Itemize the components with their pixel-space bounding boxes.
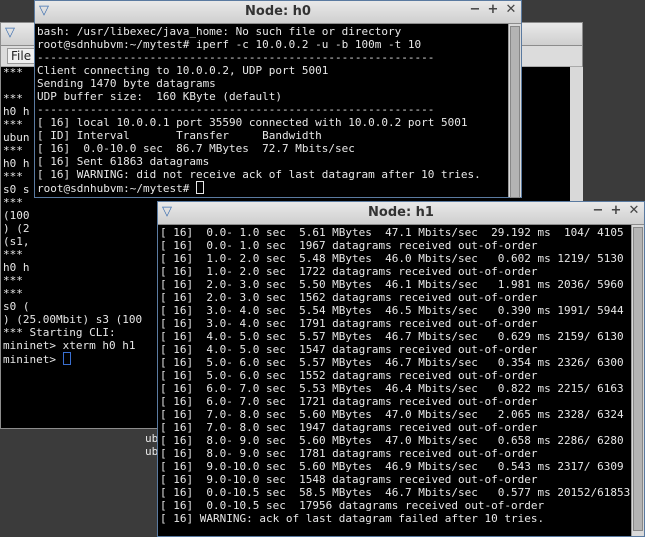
close-icon[interactable]: ✕ (628, 203, 640, 218)
terminal-line: [ 16] 7.0- 8.0 sec 1947 datagrams receiv… (160, 421, 538, 434)
terminal-line: bash: /usr/libexec/java_home: No such fi… (37, 25, 402, 38)
terminal-line: Sending 1470 byte datagrams (37, 77, 216, 90)
terminal-line: [ 16] 4.0- 5.0 sec 5.57 MBytes 46.7 Mbit… (160, 330, 630, 343)
terminal-line: *** (3, 287, 23, 300)
terminal-line: [ 16] 0.0- 1.0 sec 1967 datagrams receiv… (160, 239, 538, 252)
terminal-line: [ 16] 2.0- 3.0 sec 1562 datagrams receiv… (160, 291, 538, 304)
terminal-line: [ 16] WARNING: ack of last datagram fail… (160, 512, 545, 525)
window-title: Node: h1 (368, 205, 434, 220)
node-h0-window[interactable]: ▽ Node: h0 − + ✕ bash: /usr/libexec/java… (34, 0, 522, 198)
window-menu-icon[interactable]: ▽ (5, 25, 15, 40)
terminal-line: mininet> (3, 352, 163, 365)
terminal-line: [ 16] 5.0- 6.0 sec 1552 datagrams receiv… (160, 369, 538, 382)
h1-titlebar[interactable]: ▽ Node: h1 − + ✕ (158, 202, 644, 225)
terminal-line: [ 16] 6.0- 7.0 sec 5.53 MBytes 46.4 Mbit… (160, 382, 630, 395)
terminal-line: [ 16] WARNING: did not receive ack of la… (37, 168, 481, 181)
window-title: Node: h0 (245, 4, 311, 19)
file-menu[interactable]: File (7, 48, 36, 64)
terminal-line: [ 16] 7.0- 8.0 sec 5.60 MBytes 47.0 Mbit… (160, 408, 630, 421)
terminal-line: [ 16] 0.0- 1.0 sec 5.61 MBytes 47.1 Mbit… (160, 226, 630, 239)
minimize-icon[interactable]: − (592, 203, 604, 218)
terminal-line: (100 (3, 209, 30, 222)
terminal-line: [ ID] Interval Transfer Bandwidth (37, 129, 322, 142)
terminal-line: *** (3, 248, 23, 261)
terminal-line: ----------------------------------------… (37, 103, 435, 116)
close-icon[interactable]: ✕ (505, 2, 517, 17)
terminal-line: [ 16] 3.0- 4.0 sec 5.54 MBytes 46.5 Mbit… (160, 304, 630, 317)
terminal-line: [ 16] 2.0- 3.0 sec 5.50 MBytes 46.1 Mbit… (160, 278, 630, 291)
terminal-line: ) (25.00Mbit) s3 (100 (3, 313, 143, 326)
terminal-line: [ 16] 8.0- 9.0 sec 5.60 MBytes 47.0 Mbit… (160, 434, 630, 447)
terminal-line: Client connecting to 10.0.0.2, UDP port … (37, 64, 329, 77)
terminal-line: UDP buffer size: 160 KByte (default) (37, 90, 283, 103)
scrollbar-thumb[interactable] (510, 26, 520, 198)
node-h1-window[interactable]: ▽ Node: h1 − + ✕ [ 16] 0.0- 1.0 sec 5.61… (157, 201, 645, 537)
maximize-icon[interactable]: + (487, 2, 499, 17)
terminal-line: [ 16] 8.0- 9.0 sec 1781 datagrams receiv… (160, 447, 538, 460)
terminal-line: [ 16] 3.0- 4.0 sec 1791 datagrams receiv… (160, 317, 538, 330)
scrollbar-thumb[interactable] (633, 227, 643, 531)
h1-terminal-output[interactable]: [ 16] 0.0- 1.0 sec 5.61 MBytes 47.1 Mbit… (160, 226, 630, 536)
minimize-icon[interactable]: − (469, 2, 481, 17)
terminal-line: *** (3, 274, 23, 287)
terminal-line: [ 16] 0.0-10.5 sec 17956 datagrams recei… (160, 499, 545, 512)
terminal-line: [ 16] 1.0- 2.0 sec 1722 datagrams receiv… (160, 265, 538, 278)
terminal-line: s0 ( (3, 300, 30, 313)
terminal-line: [ 16] local 10.0.0.1 port 35590 connecte… (37, 116, 468, 129)
terminal-line: [ 16] 1.0- 2.0 sec 5.48 MBytes 46.0 Mbit… (160, 252, 630, 265)
terminal-line: *** Starting CLI: (3, 326, 116, 339)
terminal-line: [ 16] 9.0-10.0 sec 5.60 MBytes 46.9 Mbit… (160, 460, 630, 473)
terminal-line: [ 16] 0.0-10.5 sec 58.5 MBytes 46.7 Mbit… (160, 486, 630, 499)
terminal-line: h0 h (3, 261, 30, 274)
text-cursor (195, 181, 204, 194)
h0-titlebar[interactable]: ▽ Node: h0 − + ✕ (35, 1, 521, 24)
terminal-line: [ 16] 6.0- 7.0 sec 1721 datagrams receiv… (160, 395, 538, 408)
terminal-line: mininet> xterm h0 h1 (3, 339, 136, 352)
terminal-line: [ 16] 4.0- 5.0 sec 1547 datagrams receiv… (160, 343, 538, 356)
terminal-line: ) (2 (3, 222, 30, 235)
maximize-icon[interactable]: + (610, 203, 622, 218)
h0-scrollbar[interactable] (508, 24, 521, 198)
terminal-line: (s1, (3, 235, 30, 248)
h1-scrollbar[interactable] (631, 225, 644, 536)
terminal-line: root@sdnhubvm:~/mytest# (37, 181, 507, 195)
h0-terminal-output[interactable]: bash: /usr/libexec/java_home: No such fi… (37, 25, 507, 197)
terminal-line: root@sdnhubvm:~/mytest# iperf -c 10.0.0.… (37, 38, 422, 51)
terminal-line: [ 16] Sent 61863 datagrams (37, 155, 210, 168)
terminal-line: ----------------------------------------… (37, 51, 435, 64)
terminal-line: [ 16] 9.0-10.0 sec 1548 datagrams receiv… (160, 473, 538, 486)
terminal-line: [ 16] 0.0-10.0 sec 86.7 MBytes 72.7 Mbit… (37, 142, 355, 155)
text-cursor (62, 352, 71, 365)
terminal-line: [ 16] 5.0- 6.0 sec 5.57 MBytes 46.7 Mbit… (160, 356, 630, 369)
